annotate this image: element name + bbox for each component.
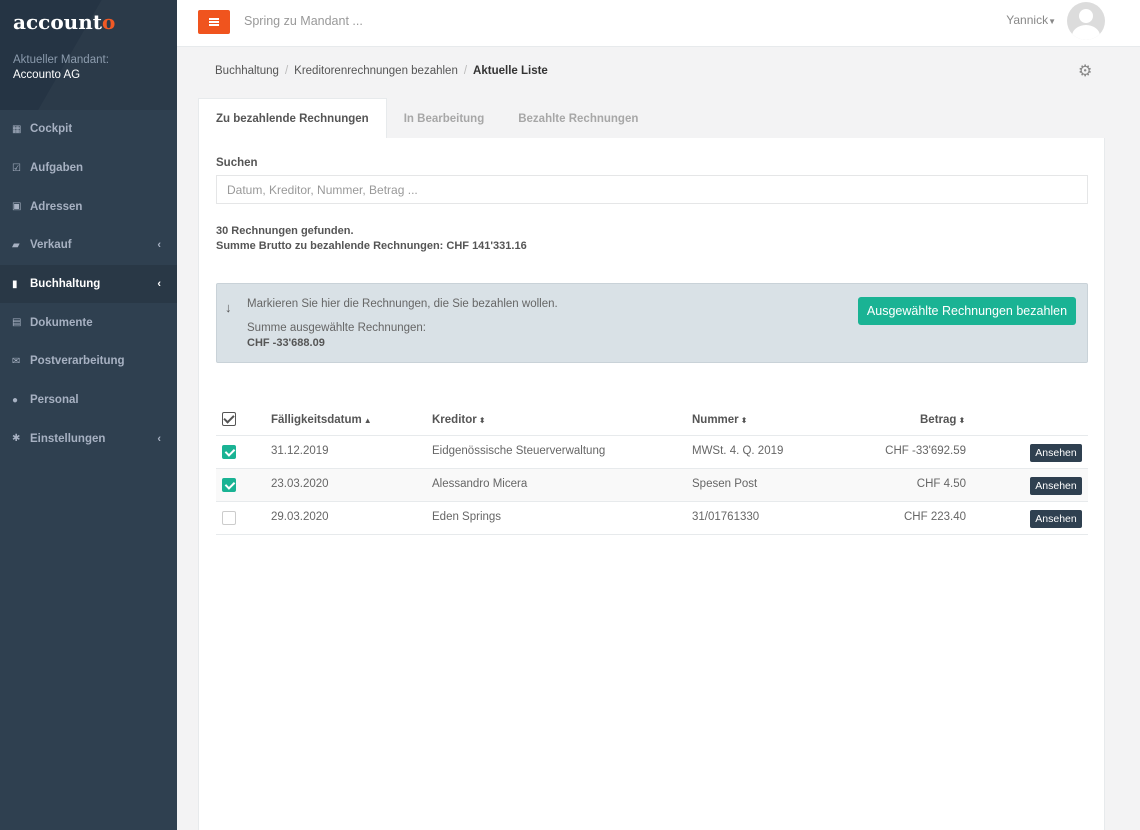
search-input[interactable] bbox=[216, 175, 1088, 204]
hamburger-icon bbox=[209, 18, 219, 26]
breadcrumb-current: Aktuelle Liste bbox=[473, 65, 548, 77]
result-total: Summe Brutto zu bezahlende Rechnungen: C… bbox=[216, 240, 527, 252]
row-amount: CHF -33'692.59 bbox=[885, 445, 966, 457]
row-date: 29.03.2020 bbox=[271, 511, 329, 523]
view-button[interactable]: Ansehen bbox=[1030, 510, 1082, 528]
breadcrumb-item-buchhaltung[interactable]: Buchhaltung bbox=[215, 65, 279, 77]
sidebar-item-dokumente[interactable]: ▤ Dokumente bbox=[0, 303, 177, 342]
row-amount: CHF 4.50 bbox=[916, 478, 966, 490]
row-number: 31/01761330 bbox=[692, 511, 760, 523]
sidebar-item-label: Personal bbox=[30, 394, 79, 407]
selection-sum-value: CHF -33'688.09 bbox=[247, 337, 325, 349]
check-square-icon: ☑ bbox=[12, 162, 21, 174]
user-menu[interactable]: Yannick▼ bbox=[1006, 13, 1056, 27]
search-label: Suchen bbox=[216, 157, 258, 169]
row-date: 31.12.2019 bbox=[271, 445, 329, 457]
current-mandant-name: Accounto AG bbox=[13, 69, 81, 81]
menu-toggle-button[interactable] bbox=[198, 10, 230, 34]
view-button[interactable]: Ansehen bbox=[1030, 477, 1082, 495]
tabs: Zu bezahlende Rechnungen In Bearbeitung … bbox=[198, 98, 655, 139]
folder-open-icon: ▰ bbox=[12, 239, 20, 251]
sidebar-item-cockpit[interactable]: ▦ Cockpit bbox=[0, 110, 177, 149]
user-icon: ● bbox=[12, 394, 19, 406]
sort-icon: ⬍ bbox=[478, 416, 486, 425]
user-name: Yannick bbox=[1006, 13, 1049, 27]
sidebar-item-label: Aufgaben bbox=[30, 162, 84, 175]
selection-sum-label: Summe ausgewählte Rechnungen: bbox=[247, 322, 427, 334]
row-creditor: Eidgenössische Steuerverwaltung bbox=[432, 445, 606, 457]
sidebar-item-buchhaltung[interactable]: ▮ Buchhaltung ‹ bbox=[0, 264, 177, 304]
sidebar-item-einstellungen[interactable]: ✱ Einstellungen ‹ bbox=[0, 420, 177, 459]
sidebar-item-label: Einstellungen bbox=[30, 432, 106, 445]
book-icon: ▮ bbox=[12, 278, 18, 290]
pay-selected-button[interactable]: Ausgewählte Rechnungen bezahlen bbox=[858, 297, 1076, 325]
sidebar-nav: ▦ Cockpit ☑ Aufgaben ▣ Adressen ▰ Verkau… bbox=[0, 110, 177, 458]
result-summary: 30 Rechnungen gefunden. Summe Brutto zu … bbox=[216, 224, 527, 254]
file-icon: ▤ bbox=[12, 317, 22, 329]
sidebar-item-label: Buchhaltung bbox=[30, 278, 101, 291]
row-checkbox[interactable] bbox=[222, 445, 236, 459]
mandant-search-input[interactable] bbox=[244, 14, 544, 28]
sort-icon: ⬍ bbox=[958, 416, 966, 425]
chevron-left-icon: ‹ bbox=[157, 278, 161, 291]
row-checkbox[interactable] bbox=[222, 511, 236, 525]
sidebar-item-label: Adressen bbox=[30, 200, 83, 213]
row-creditor: Eden Springs bbox=[432, 511, 502, 523]
column-header-creditor[interactable]: Kreditor ⬍ bbox=[432, 414, 485, 426]
sidebar-item-aufgaben[interactable]: ☑ Aufgaben bbox=[0, 149, 177, 188]
column-header-amount[interactable]: Betrag ⬍ bbox=[920, 414, 965, 426]
tab-in-bearbeitung[interactable]: In Bearbeitung bbox=[387, 98, 502, 139]
column-header-date[interactable]: Fälligkeitsdatum ▲ bbox=[271, 414, 372, 426]
gear-icon[interactable]: ⚙ bbox=[1078, 64, 1094, 80]
cog-icon: ✱ bbox=[12, 433, 21, 445]
row-creditor: Alessandro Micera bbox=[432, 478, 528, 490]
grid-icon: ▦ bbox=[12, 123, 22, 135]
arrow-down-icon: ↓ bbox=[225, 300, 232, 315]
tab-zu-bezahlende-rechnungen[interactable]: Zu bezahlende Rechnungen bbox=[198, 98, 387, 139]
row-number: MWSt. 4. Q. 2019 bbox=[692, 445, 784, 457]
invoice-table: Fälligkeitsdatum ▲ Kreditor ⬍ Nummer ⬍ Betr… bbox=[216, 404, 1088, 535]
chevron-left-icon: ‹ bbox=[157, 239, 161, 252]
table-row: 29.03.2020 Eden Springs 31/01761330 CHF … bbox=[216, 502, 1088, 535]
row-amount: CHF 223.40 bbox=[903, 511, 966, 523]
sidebar-header: accounto Aktueller Mandant: Accounto AG bbox=[0, 0, 177, 110]
row-checkbox[interactable] bbox=[222, 478, 236, 492]
sidebar-item-label: Verkauf bbox=[30, 239, 72, 252]
tab-bezahlte-rechnungen[interactable]: Bezahlte Rechnungen bbox=[501, 98, 655, 139]
current-mandant-label: Aktueller Mandant: bbox=[13, 54, 109, 66]
avatar[interactable] bbox=[1067, 2, 1105, 40]
sidebar-item-verkauf[interactable]: ▰ Verkauf ‹ bbox=[0, 226, 177, 265]
sort-asc-icon: ▲ bbox=[363, 416, 372, 425]
envelope-icon: ✉ bbox=[12, 355, 21, 367]
breadcrumb-item-kreditoren[interactable]: Kreditorenrechnungen bezahlen bbox=[294, 65, 458, 77]
view-button[interactable]: Ansehen bbox=[1030, 444, 1082, 462]
table-header: Fälligkeitsdatum ▲ Kreditor ⬍ Nummer ⬍ Betr… bbox=[216, 404, 1088, 436]
chevron-left-icon: ‹ bbox=[157, 432, 161, 445]
sidebar: accounto Aktueller Mandant: Accounto AG … bbox=[0, 0, 177, 830]
sidebar-item-label: Dokumente bbox=[30, 316, 93, 329]
column-header-number[interactable]: Nummer ⬍ bbox=[692, 414, 747, 426]
selection-hint: Markieren Sie hier die Rechnungen, die S… bbox=[247, 298, 558, 310]
sidebar-item-label: Postverarbeitung bbox=[30, 355, 125, 368]
breadcrumb: Buchhaltung / Kreditorenrechnungen bezahle… bbox=[215, 65, 548, 77]
sidebar-item-postverarbeitung[interactable]: ✉ Postverarbeitung bbox=[0, 342, 177, 381]
result-count: 30 Rechnungen gefunden. bbox=[216, 225, 354, 237]
accounto-logo[interactable]: accounto bbox=[13, 10, 115, 34]
tab-panel: Suchen 30 Rechnungen gefunden. Summe Bru… bbox=[198, 138, 1105, 830]
sidebar-item-adressen[interactable]: ▣ Adressen bbox=[0, 187, 177, 226]
address-book-icon: ▣ bbox=[12, 201, 22, 213]
topbar: Yannick▼ bbox=[177, 0, 1140, 47]
row-number: Spesen Post bbox=[692, 478, 758, 490]
sort-icon: ⬍ bbox=[740, 416, 748, 425]
table-row: 23.03.2020 Alessandro Micera Spesen Post… bbox=[216, 469, 1088, 502]
select-all-checkbox[interactable] bbox=[222, 412, 236, 426]
sidebar-item-personal[interactable]: ● Personal bbox=[0, 381, 177, 420]
selection-info-box: ↓ Markieren Sie hier die Rechnungen, die… bbox=[216, 283, 1088, 363]
row-date: 23.03.2020 bbox=[271, 478, 329, 490]
sidebar-item-label: Cockpit bbox=[30, 123, 73, 136]
table-row: 31.12.2019 Eidgenössische Steuerverwaltu… bbox=[216, 436, 1088, 469]
caret-down-icon: ▼ bbox=[1048, 17, 1056, 26]
